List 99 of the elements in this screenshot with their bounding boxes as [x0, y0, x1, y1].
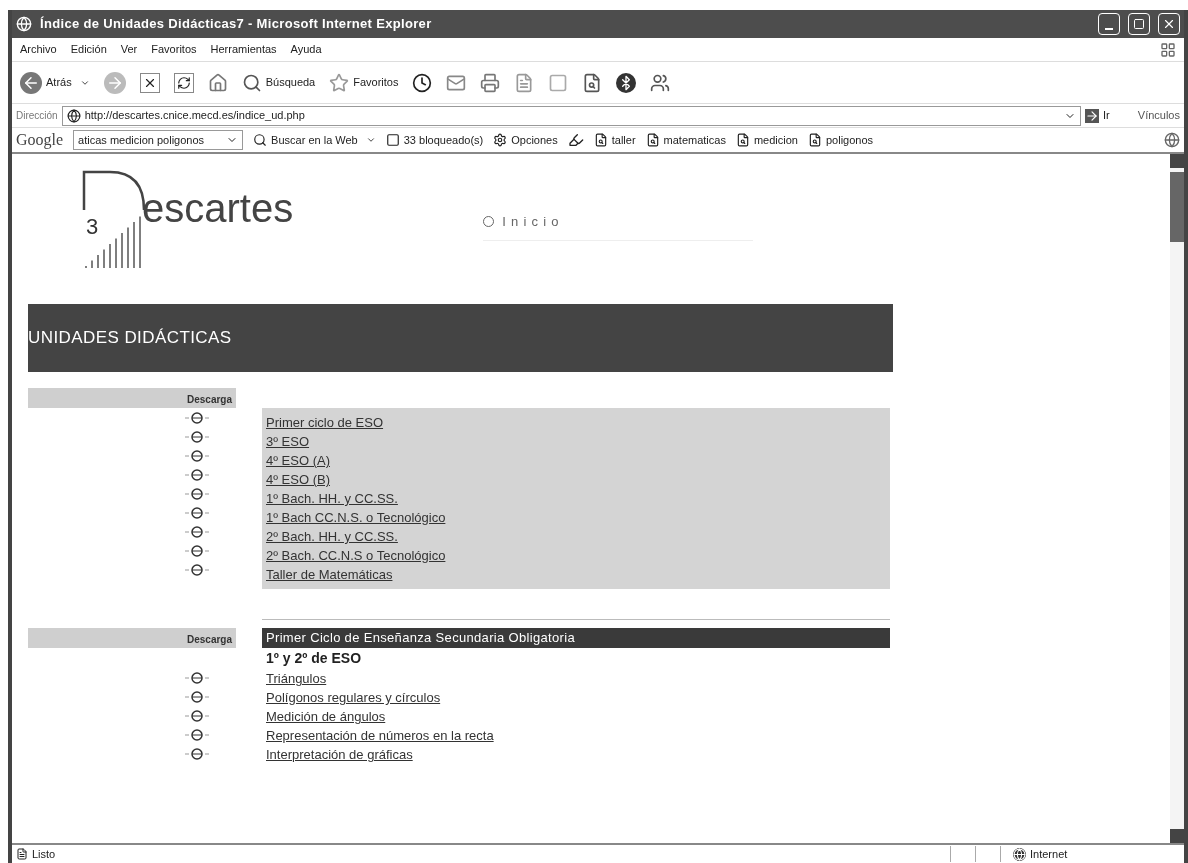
- unit-link[interactable]: Interpretación de gráficas: [266, 747, 413, 762]
- home-link[interactable]: Inicio: [502, 212, 564, 232]
- download-icon[interactable]: [184, 410, 210, 425]
- restore-button[interactable]: [1128, 13, 1150, 35]
- restore-icon: [1133, 18, 1145, 30]
- unit-link[interactable]: 4º ESO (B): [266, 472, 330, 487]
- file-search-icon: [593, 133, 608, 147]
- file-search-icon: [807, 133, 822, 147]
- refresh-icon: [173, 72, 194, 93]
- download-icon[interactable]: [184, 708, 210, 723]
- banner: UNIDADES DIDÁCTICAS: [28, 304, 893, 372]
- download-icon[interactable]: [184, 746, 210, 761]
- people-icon: [650, 72, 671, 93]
- bluetooth-button[interactable]: [616, 72, 637, 93]
- bluetooth-icon: [616, 72, 637, 93]
- highlighter-icon: [567, 132, 584, 148]
- minimize-button[interactable]: [1098, 13, 1120, 35]
- unit-link[interactable]: 2º Bach. CC.N.S o Tecnológico: [266, 548, 446, 563]
- research-button[interactable]: [582, 72, 603, 93]
- download-icon[interactable]: [184, 467, 210, 482]
- settings-icon: [493, 133, 508, 147]
- unit-link[interactable]: Triángulos: [266, 671, 327, 686]
- file-search-icon: [582, 72, 603, 93]
- stop-icon: [139, 72, 160, 93]
- globe-icon: [1164, 132, 1180, 148]
- highlight-button[interactable]: taller: [593, 131, 636, 149]
- go-button[interactable]: Ir: [1085, 107, 1110, 124]
- home-button[interactable]: [207, 72, 228, 93]
- logo-text: escartes: [142, 185, 294, 232]
- app-icon: [16, 16, 32, 32]
- stop-button[interactable]: [139, 72, 160, 93]
- unit-link[interactable]: Polígonos regulares y círculos: [266, 690, 441, 705]
- menu-item[interactable]: Edición: [70, 41, 107, 58]
- download-icon[interactable]: [184, 486, 210, 501]
- unit-link[interactable]: 1º Bach CC.N.S. o Tecnológico: [266, 510, 446, 525]
- home-icon: [207, 72, 228, 93]
- unit-link[interactable]: Primer ciclo de ESO: [266, 415, 384, 430]
- printer-icon: [480, 72, 501, 93]
- window-icon: [385, 133, 400, 147]
- options-button[interactable]: Opciones: [493, 131, 558, 149]
- links-label[interactable]: Vínculos: [1137, 107, 1180, 124]
- unit-link[interactable]: Representación de números en la recta: [266, 728, 494, 743]
- download-icon[interactable]: [184, 670, 210, 685]
- menu-item[interactable]: Archivo: [20, 41, 57, 58]
- web-search-button[interactable]: Buscar en la Web: [253, 131, 376, 149]
- history-button[interactable]: [412, 72, 433, 93]
- download-header: Descarga: [28, 628, 236, 648]
- file-search-icon: [645, 133, 660, 147]
- back-button[interactable]: Atrás: [20, 71, 90, 94]
- square-icon: [548, 72, 569, 93]
- menu-item[interactable]: Herramientas: [210, 41, 277, 58]
- section-title-bar: Primer Ciclo de Enseñanza Secundaria Obligatoria: [262, 628, 890, 648]
- refresh-button[interactable]: [173, 72, 194, 93]
- close-icon: [1162, 17, 1176, 31]
- minimize-icon: [1105, 28, 1113, 30]
- caret-icon: [365, 135, 376, 145]
- download-icon[interactable]: [184, 524, 210, 539]
- download-icon[interactable]: [184, 543, 210, 558]
- highlight-button[interactable]: medicion: [735, 131, 798, 149]
- download-header: Descarga: [28, 388, 236, 408]
- address-label: Dirección: [16, 109, 58, 123]
- messenger-button[interactable]: [650, 72, 671, 93]
- download-icon[interactable]: [184, 429, 210, 444]
- highlight-button[interactable]: matematicas: [645, 131, 726, 149]
- window-title: Índice de Unidades Didácticas7 - Microsoft Internet Explorer: [40, 15, 432, 34]
- status-text: Listo: [32, 846, 56, 862]
- popup-blocker-button[interactable]: 33 bloqueado(s): [385, 131, 484, 149]
- highlight-button[interactable]: poligonos: [807, 131, 874, 149]
- download-icon[interactable]: [184, 689, 210, 704]
- search-text: aticas medicion poligonos: [78, 132, 206, 148]
- logo-digit: 3: [86, 213, 99, 241]
- search-field[interactable]: aticas medicion poligonos: [73, 130, 244, 150]
- file-search-icon: [735, 133, 750, 147]
- download-icon[interactable]: [184, 448, 210, 463]
- search-button[interactable]: Búsqueda: [241, 72, 316, 93]
- download-icon[interactable]: [184, 562, 210, 577]
- download-icon[interactable]: [184, 505, 210, 520]
- menu-item[interactable]: Ver: [120, 41, 138, 58]
- unit-link[interactable]: 1º Bach. HH. y CC.SS.: [266, 491, 398, 506]
- address-text: http://descartes.cnice.mecd.es/indice_ud.php: [84, 108, 305, 124]
- unit-link[interactable]: Medición de ángulos: [266, 709, 386, 724]
- menu-item[interactable]: Favoritos: [151, 41, 197, 58]
- search-icon: [241, 72, 262, 93]
- menu-item[interactable]: Ayuda: [290, 41, 322, 58]
- print-button[interactable]: [480, 72, 501, 93]
- windows-logo-icon: [1160, 41, 1176, 58]
- unit-link[interactable]: 4º ESO (A): [266, 453, 330, 468]
- close-button[interactable]: [1158, 13, 1180, 35]
- download-icon[interactable]: [184, 727, 210, 742]
- google-logo[interactable]: Google: [16, 128, 64, 152]
- section-subtitle: 1º y 2º de ESO: [265, 649, 363, 668]
- unit-link[interactable]: 2º Bach. HH. y CC.SS.: [266, 529, 398, 544]
- unit-link[interactable]: Taller de Matemáticas: [266, 567, 393, 582]
- favorites-button[interactable]: Favoritos: [329, 72, 399, 93]
- unit-link[interactable]: 3º ESO: [266, 434, 310, 449]
- clock-icon: [412, 72, 433, 93]
- zone-text: Internet: [1030, 846, 1069, 862]
- star-icon: [329, 72, 350, 93]
- address-field[interactable]: http://descartes.cnice.mecd.es/indice_ud.php: [61, 105, 1082, 126]
